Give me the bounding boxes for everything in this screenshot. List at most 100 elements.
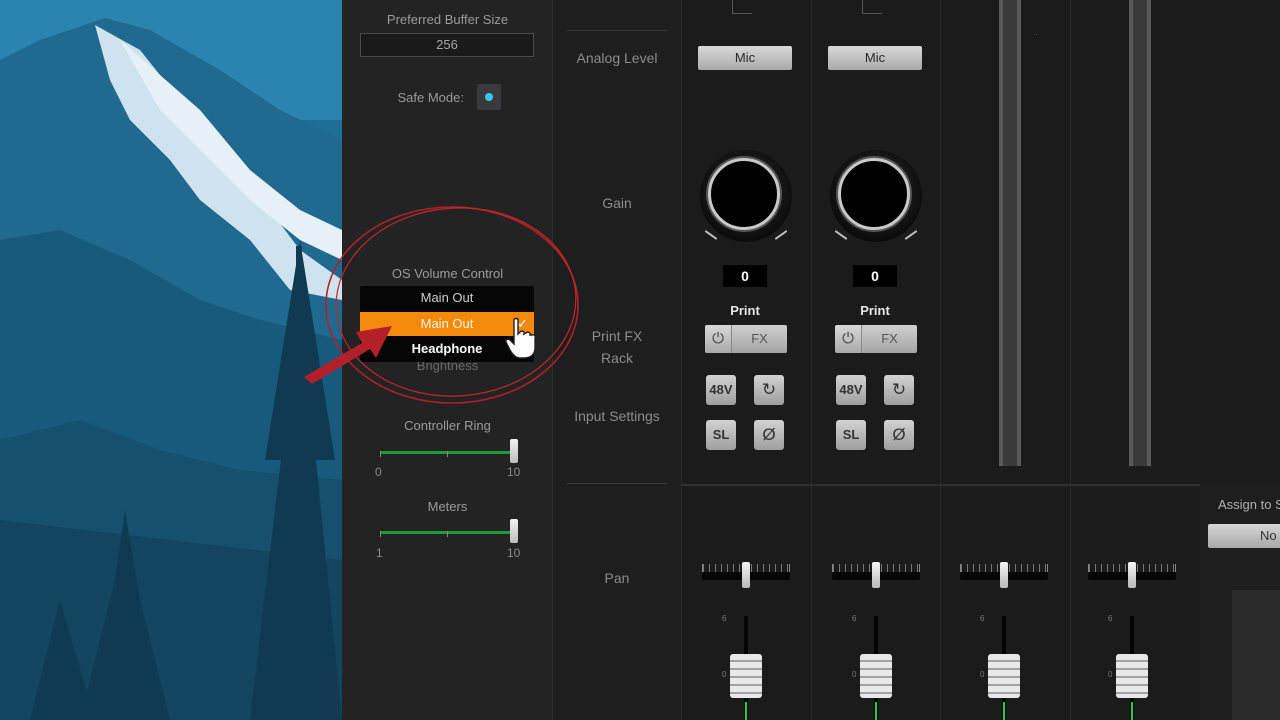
controller-ring-label: Controller Ring <box>404 418 491 433</box>
assign-button[interactable]: No <box>1208 524 1280 548</box>
rotate-icon[interactable]: ↻ <box>754 375 784 405</box>
meters-max: 10 <box>507 546 521 560</box>
fader-cap[interactable] <box>988 654 1020 698</box>
dropdown-option-main-out[interactable]: Main Out ✓ <box>360 312 534 336</box>
fader-level <box>1131 702 1133 720</box>
fader-scale-label: 0 <box>1108 670 1113 679</box>
row-labels: Analog Level Gain Print FX Rack Input Se… <box>553 0 681 720</box>
gain-value: 0 <box>853 265 897 287</box>
pan-thumb[interactable] <box>872 562 880 588</box>
meter-ticks <box>732 0 752 14</box>
fader-scale-label: 6 <box>980 614 985 623</box>
fader-scale-label: 0 <box>852 670 857 679</box>
gain-knob[interactable] <box>698 148 794 248</box>
fader-cap[interactable] <box>1116 654 1148 698</box>
slider-tick <box>380 531 381 537</box>
output-channel-2: 6 0 <box>1070 0 1200 720</box>
slider-tick <box>380 451 381 457</box>
dropdown-current-value[interactable]: Main Out <box>360 286 534 310</box>
print-fx-group: ⏻ FX <box>705 325 787 353</box>
pan-thumb[interactable] <box>742 562 750 588</box>
meters-thumb[interactable] <box>510 519 518 543</box>
knob-max-mark <box>904 230 918 240</box>
print-fx-label-2: Rack <box>601 350 633 366</box>
assign-section: Assign to S No <box>1200 484 1280 720</box>
assign-fader[interactable] <box>1232 590 1280 720</box>
volume-fader[interactable]: 6 0 <box>1108 610 1158 720</box>
dropdown-option-label: Main Out <box>420 316 474 331</box>
fader-scale-label: 0 <box>722 670 727 679</box>
meter-ticks <box>862 0 882 14</box>
fader-cap[interactable] <box>860 654 892 698</box>
fader-level <box>875 702 877 720</box>
meters-label: Meters <box>427 499 468 514</box>
safe-mode-indicator <box>485 93 493 101</box>
fader-cap[interactable] <box>730 654 762 698</box>
analog-level-button[interactable]: Mic <box>828 46 922 70</box>
sl-button[interactable]: SL <box>706 420 736 450</box>
buffer-size-label: Preferred Buffer Size <box>386 12 509 27</box>
knob-ring <box>838 158 910 230</box>
meters-min: 1 <box>376 546 383 560</box>
phase-button[interactable]: Ø <box>884 420 914 450</box>
controller-ring-thumb[interactable] <box>510 439 518 463</box>
gain-value: 0 <box>723 265 767 287</box>
volume-fader[interactable]: 6 0 <box>852 610 902 720</box>
power-icon[interactable]: ⏻ <box>835 325 861 353</box>
fader-level <box>1003 702 1005 720</box>
slider-tick <box>447 451 448 457</box>
divider <box>567 30 667 31</box>
rotate-icon[interactable]: ↻ <box>884 375 914 405</box>
fader-scale-label: 6 <box>722 614 727 623</box>
knob-max-mark <box>774 230 788 240</box>
level-meter <box>1129 0 1151 466</box>
knob-min-mark <box>834 230 848 240</box>
safe-mode-toggle[interactable] <box>477 84 501 110</box>
phase-button[interactable]: Ø <box>754 420 784 450</box>
level-meter <box>999 0 1021 466</box>
volume-fader[interactable]: 6 0 <box>722 610 772 720</box>
input-settings-label: Input Settings <box>574 408 660 424</box>
pan-label: Pan <box>604 570 630 586</box>
dropdown-option-headphone[interactable]: Headphone <box>360 337 534 361</box>
fader-level <box>745 702 747 720</box>
input-channel-1: Mic 0 Print ⏻ FX 48V ↻ SL Ø 6 0 <box>681 0 811 720</box>
knob-ring <box>708 158 780 230</box>
gain-knob[interactable] <box>828 148 924 248</box>
fader-scale-label: 6 <box>852 614 857 623</box>
fx-button[interactable]: FX <box>731 325 787 353</box>
os-volume-dropdown[interactable]: Main Out Main Out ✓ Headphone <box>360 286 534 362</box>
settings-panel: Preferred Buffer Size 256 Safe Mode: OS … <box>342 0 553 720</box>
pan-slider[interactable] <box>1088 560 1176 590</box>
safe-mode-label: Safe Mode: <box>397 90 465 105</box>
assign-label: Assign to S <box>1218 497 1280 512</box>
print-label: Print <box>730 303 760 318</box>
fader-scale-label: 6 <box>1108 614 1113 623</box>
meter-scale: · <box>1035 30 1038 39</box>
output-channel-1: · 6 0 <box>940 0 1070 720</box>
controller-ring-max: 10 <box>507 465 521 479</box>
pan-slider[interactable] <box>702 560 790 590</box>
check-icon: ✓ <box>517 316 528 331</box>
power-icon[interactable]: ⏻ <box>705 325 731 353</box>
desktop-wallpaper <box>0 0 342 720</box>
input-channel-2: Mic 0 Print ⏻ FX 48V ↻ SL Ø 6 0 <box>811 0 940 720</box>
sl-button[interactable]: SL <box>836 420 866 450</box>
section-divider <box>681 484 1280 486</box>
fx-button[interactable]: FX <box>861 325 917 353</box>
pan-slider[interactable] <box>960 560 1048 590</box>
pan-slider[interactable] <box>832 560 920 590</box>
pan-thumb[interactable] <box>1000 562 1008 588</box>
buffer-size-field[interactable]: 256 <box>360 33 534 57</box>
controller-ring-min: 0 <box>375 465 382 479</box>
knob-min-mark <box>704 230 718 240</box>
analog-level-button[interactable]: Mic <box>698 46 792 70</box>
slider-tick <box>447 531 448 537</box>
phantom-power-button[interactable]: 48V <box>706 375 736 405</box>
phantom-power-button[interactable]: 48V <box>836 375 866 405</box>
volume-fader[interactable]: 6 0 <box>980 610 1030 720</box>
fader-scale-label: 0 <box>980 670 985 679</box>
pan-thumb[interactable] <box>1128 562 1136 588</box>
os-volume-label: OS Volume Control <box>391 266 504 281</box>
gain-label: Gain <box>602 195 632 211</box>
